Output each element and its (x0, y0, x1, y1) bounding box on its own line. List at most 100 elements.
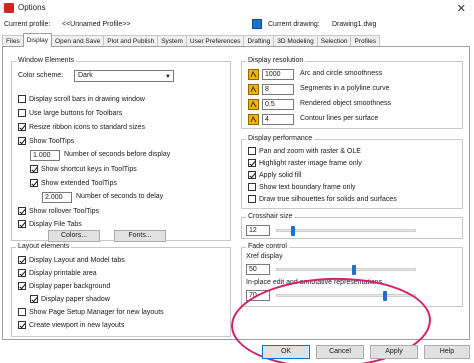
crosshair-size-input[interactable]: 12 (246, 225, 270, 236)
display-resolution-group: Display resolution 1000 Arc and circle s… (241, 57, 463, 129)
checkbox[interactable] (18, 207, 26, 215)
crosshair-size-slider-track[interactable] (276, 229, 416, 232)
check-rollover-tooltips[interactable]: Show rollover ToolTips (18, 207, 99, 215)
window-elements-legend: Window Elements (16, 57, 77, 64)
color-scheme-label: Color scheme: (18, 72, 64, 79)
checkbox[interactable] (18, 95, 26, 103)
close-icon[interactable]: ✕ (457, 2, 466, 15)
display-performance-group: Display performance Pan and zoom with ra… (241, 135, 463, 209)
checkbox[interactable] (30, 165, 38, 173)
checkbox[interactable] (18, 321, 26, 329)
checkbox[interactable] (18, 308, 26, 316)
extended-delay-label: Number of seconds to delay (76, 193, 164, 200)
checkbox[interactable] (248, 159, 256, 167)
resolution-setting-icon (248, 99, 259, 110)
current-drawing-value: Drawing1.dwg (332, 21, 377, 28)
checkbox[interactable] (248, 195, 256, 203)
display-tab-panel: Window Elements Color scheme: Dark ▼ Dis… (2, 46, 470, 363)
extended-delay-input[interactable]: 2.000 (42, 192, 72, 203)
check-label: Show Page Setup Manager for new layouts (29, 308, 164, 316)
resolution-setting-icon (248, 69, 259, 80)
checkbox[interactable] (18, 109, 26, 117)
check-layout-model-tabs[interactable]: Display Layout and Model tabs (18, 256, 125, 264)
ok-button[interactable]: OK (262, 345, 310, 359)
resolution-setting-icon (248, 84, 259, 95)
fonts-button[interactable]: Fonts... (114, 230, 166, 242)
drawing-icon (252, 19, 262, 29)
check-label: Show rollover ToolTips (29, 207, 100, 215)
check-label: Display File Tabs (29, 220, 82, 228)
layout-elements-group: Layout elements Display Layout and Model… (11, 243, 231, 337)
profile-row: Current profile: <<Unnamed Profile>> Cur… (0, 18, 474, 32)
check-large-buttons[interactable]: Use large buttons for Toolbars (18, 109, 122, 117)
check-apply-solid-fill[interactable]: Apply solid fill (248, 171, 301, 179)
checkbox[interactable] (30, 179, 38, 187)
contour-lines-input[interactable]: 4 (262, 114, 294, 125)
check-label: Show text boundary frame only (259, 183, 356, 191)
title-bar: Options ✕ (0, 0, 474, 18)
check-label: Show ToolTips (29, 137, 75, 145)
tooltip-delay-input[interactable]: 1.000 (30, 150, 60, 161)
cancel-button[interactable]: Cancel (316, 345, 364, 359)
checkbox[interactable] (18, 256, 26, 264)
display-resolution-legend: Display resolution (246, 57, 306, 64)
colors-button[interactable]: Colors... (48, 230, 100, 242)
check-scroll-bars[interactable]: Display scroll bars in drawing window (18, 95, 145, 103)
crosshair-size-slider-thumb[interactable] (290, 226, 295, 236)
tab-strip: Files Display Open and Save Plot and Pub… (2, 33, 381, 47)
checkbox[interactable] (18, 123, 26, 131)
check-resize-ribbon[interactable]: Resize ribbon icons to standard sizes (18, 123, 145, 131)
check-pan-zoom-raster[interactable]: Pan and zoom with raster & OLE (248, 147, 361, 155)
check-create-viewport[interactable]: Create viewport in new layouts (18, 321, 124, 329)
rendered-smoothness-input[interactable]: 0.5 (262, 99, 294, 110)
polyline-segments-input[interactable]: 8 (262, 84, 294, 95)
resolution-setting-icon (248, 114, 259, 125)
check-label: Pan and zoom with raster & OLE (259, 147, 361, 155)
checkbox[interactable] (18, 269, 26, 277)
tooltip-delay-label: Number of seconds before display (64, 151, 171, 158)
checkbox[interactable] (248, 183, 256, 191)
arc-smoothness-label: Arc and circle smoothness (300, 70, 383, 77)
check-extended-tooltips[interactable]: Show extended ToolTips (30, 179, 117, 187)
xref-display-label: Xref display (246, 253, 283, 260)
check-page-setup-manager[interactable]: Show Page Setup Manager for new layouts (18, 308, 164, 316)
check-show-tooltips[interactable]: Show ToolTips (18, 137, 74, 145)
color-scheme-value: Dark (78, 72, 93, 79)
check-label: Use large buttons for Toolbars (29, 109, 123, 117)
check-label: Show shortcut keys in ToolTips (41, 165, 137, 173)
check-true-silhouettes[interactable]: Draw true silhouettes for solids and sur… (248, 195, 397, 203)
current-profile-value: <<Unnamed Profile>> (62, 21, 131, 28)
rendered-smoothness-label: Rendered object smoothness (300, 100, 392, 107)
xref-display-slider-thumb[interactable] (351, 265, 356, 275)
check-shortcut-keys[interactable]: Show shortcut keys in ToolTips (30, 165, 137, 173)
checkbox[interactable] (248, 171, 256, 179)
crosshair-size-legend: Crosshair size (246, 213, 295, 220)
layout-elements-legend: Layout elements (16, 243, 72, 250)
color-scheme-select[interactable]: Dark ▼ (74, 70, 174, 82)
app-icon (4, 3, 14, 13)
xref-display-slider-track[interactable] (276, 268, 416, 271)
window-elements-group: Window Elements Color scheme: Dark ▼ Dis… (11, 57, 231, 242)
apply-button[interactable]: Apply (370, 345, 418, 359)
checkbox[interactable] (18, 220, 26, 228)
current-profile-label: Current profile: (4, 21, 51, 28)
check-paper-shadow[interactable]: Display paper shadow (30, 295, 110, 303)
arc-smoothness-input[interactable]: 1000 (262, 69, 294, 80)
xref-display-input[interactable]: 50 (246, 264, 270, 275)
checkbox[interactable] (30, 295, 38, 303)
check-printable-area[interactable]: Display printable area (18, 269, 97, 277)
checkbox[interactable] (18, 137, 26, 145)
check-highlight-raster[interactable]: Highlight raster image frame only (248, 159, 362, 167)
help-button[interactable]: Help (424, 345, 470, 359)
check-label: Highlight raster image frame only (259, 159, 362, 167)
display-performance-legend: Display performance (246, 135, 315, 142)
check-label: Resize ribbon icons to standard sizes (29, 123, 145, 131)
checkbox[interactable] (18, 282, 26, 290)
tab-display[interactable]: Display (22, 33, 53, 47)
check-label: Create viewport in new layouts (29, 321, 125, 329)
check-paper-background[interactable]: Display paper background (18, 282, 110, 290)
check-file-tabs[interactable]: Display File Tabs (18, 220, 82, 228)
checkbox[interactable] (248, 147, 256, 155)
check-text-boundary[interactable]: Show text boundary frame only (248, 183, 356, 191)
fade-control-legend: Fade control (246, 243, 289, 250)
